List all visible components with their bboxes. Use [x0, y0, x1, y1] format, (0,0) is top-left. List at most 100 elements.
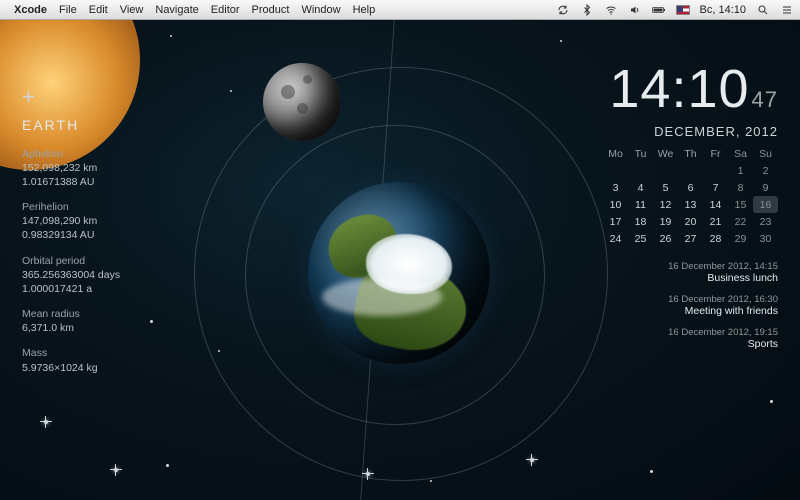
event-when: 16 December 2012, 16:30 [568, 294, 778, 305]
menubar-clock[interactable]: Bc, 14:10 [700, 4, 746, 16]
event-when: 16 December 2012, 14:15 [568, 261, 778, 272]
calendar-day-cell[interactable]: 22 [728, 213, 753, 230]
calendar-day-cell[interactable]: 14 [703, 196, 728, 213]
calendar-day-cell[interactable]: 6 [678, 179, 703, 196]
orbital-period-label: Orbital period [22, 254, 212, 268]
calendar-day-header: Fr [703, 145, 728, 162]
calendar-day-header: Su [753, 145, 778, 162]
calendar-day-cell[interactable]: 24 [603, 230, 628, 247]
mean-radius-value: 6,371.0 km [22, 321, 212, 335]
aphelion-au: 1.01671388 AU [22, 175, 212, 189]
sync-icon[interactable] [556, 4, 570, 16]
calendar-day-cell[interactable]: 1 [728, 162, 753, 179]
star-icon [770, 400, 773, 403]
menu-view[interactable]: View [120, 4, 144, 16]
perihelion-au: 0.98329134 AU [22, 228, 212, 242]
calendar-day-cell[interactable]: 7 [703, 179, 728, 196]
events-list: 16 December 2012, 14:15Business lunch16 … [568, 261, 778, 350]
notification-center-icon[interactable] [780, 4, 794, 16]
menubar-status-area: Bc, 14:10 [556, 4, 794, 16]
app-menus: Xcode File Edit View Navigate Editor Pro… [14, 4, 375, 16]
star-icon [530, 458, 534, 462]
event-when: 16 December 2012, 19:15 [568, 327, 778, 338]
calendar-day-cell[interactable]: 17 [603, 213, 628, 230]
calendar-day-header: Mo [603, 145, 628, 162]
event-item[interactable]: 16 December 2012, 16:30Meeting with frie… [568, 294, 778, 317]
calendar-day-cell[interactable] [678, 162, 703, 179]
calendar-day-cell[interactable]: 26 [653, 230, 678, 247]
earth-body [308, 182, 490, 364]
clock-calendar-panel: 14:1047 DECEMBER, 2012 MoTuWeThFrSaSu123… [568, 58, 778, 360]
calendar-day-cell[interactable]: 23 [753, 213, 778, 230]
calendar-day-cell[interactable]: 16 [753, 196, 778, 213]
calendar-day-cell[interactable]: 30 [753, 230, 778, 247]
calendar-day-cell[interactable]: 29 [728, 230, 753, 247]
calendar-day-cell[interactable] [703, 162, 728, 179]
planet-info-panel: + EARTH Aphelion 152,098,232 km 1.016713… [22, 82, 212, 386]
calendar-day-cell[interactable] [603, 162, 628, 179]
calendar-day-cell[interactable]: 5 [653, 179, 678, 196]
star-icon [560, 40, 562, 42]
volume-icon[interactable] [628, 4, 642, 16]
calendar-day-cell[interactable]: 10 [603, 196, 628, 213]
planet-name: EARTH [22, 116, 212, 135]
star-icon [230, 90, 232, 92]
calendar-day-cell[interactable]: 28 [703, 230, 728, 247]
calendar-day-cell[interactable]: 20 [678, 213, 703, 230]
calendar-grid: MoTuWeThFrSaSu12345678910111213141516171… [568, 145, 778, 247]
star-icon [170, 35, 172, 37]
calendar-day-cell[interactable]: 21 [703, 213, 728, 230]
calendar-day-cell[interactable]: 2 [753, 162, 778, 179]
big-clock: 14:1047 [568, 58, 778, 120]
event-item[interactable]: 16 December 2012, 14:15Business lunch [568, 261, 778, 284]
calendar-day-header: Tu [628, 145, 653, 162]
calendar-day-cell[interactable]: 4 [628, 179, 653, 196]
calendar-day-cell[interactable]: 27 [678, 230, 703, 247]
calendar-day-cell[interactable] [653, 162, 678, 179]
perihelion-label: Perihelion [22, 200, 212, 214]
perihelion-km: 147,098,290 km [22, 214, 212, 228]
calendar-day-cell[interactable]: 18 [628, 213, 653, 230]
aphelion-km: 152,098,232 km [22, 161, 212, 175]
menu-product[interactable]: Product [252, 4, 290, 16]
menu-navigate[interactable]: Navigate [155, 4, 198, 16]
star-icon [114, 468, 118, 472]
mass-value: 5.9736×1024 kg [22, 361, 212, 375]
clock-hhmm: 14:10 [609, 59, 749, 119]
menu-window[interactable]: Window [301, 4, 340, 16]
input-source-icon[interactable] [676, 5, 690, 15]
aphelion-label: Aphelion [22, 147, 212, 161]
event-title: Sports [568, 338, 778, 350]
calendar-day-cell[interactable]: 11 [628, 196, 653, 213]
desktop-space-view: + EARTH Aphelion 152,098,232 km 1.016713… [0, 20, 800, 500]
event-item[interactable]: 16 December 2012, 19:15Sports [568, 327, 778, 350]
calendar-day-cell[interactable]: 12 [653, 196, 678, 213]
menu-file[interactable]: File [59, 4, 77, 16]
calendar-day-cell[interactable]: 9 [753, 179, 778, 196]
wifi-icon[interactable] [604, 4, 618, 16]
calendar-day-cell[interactable] [628, 162, 653, 179]
menu-help[interactable]: Help [353, 4, 376, 16]
clock-seconds: 47 [752, 87, 778, 112]
calendar-day-header: Sa [728, 145, 753, 162]
moon-body [263, 63, 341, 141]
calendar-day-cell[interactable]: 3 [603, 179, 628, 196]
macos-menubar: Xcode File Edit View Navigate Editor Pro… [0, 0, 800, 20]
expand-info-button[interactable]: + [22, 82, 212, 112]
calendar-day-cell[interactable]: 25 [628, 230, 653, 247]
calendar-day-cell[interactable]: 8 [728, 179, 753, 196]
calendar-day-header: Th [678, 145, 703, 162]
calendar-day-cell[interactable]: 13 [678, 196, 703, 213]
star-icon [44, 420, 48, 424]
menu-edit[interactable]: Edit [89, 4, 108, 16]
menu-editor[interactable]: Editor [211, 4, 240, 16]
calendar-day-cell[interactable]: 15 [728, 196, 753, 213]
battery-icon[interactable] [652, 4, 666, 16]
mass-label: Mass [22, 346, 212, 360]
star-icon [650, 470, 653, 473]
star-icon [366, 472, 370, 476]
bluetooth-icon[interactable] [580, 4, 594, 16]
calendar-day-cell[interactable]: 19 [653, 213, 678, 230]
spotlight-icon[interactable] [756, 4, 770, 16]
menu-app[interactable]: Xcode [14, 4, 47, 16]
